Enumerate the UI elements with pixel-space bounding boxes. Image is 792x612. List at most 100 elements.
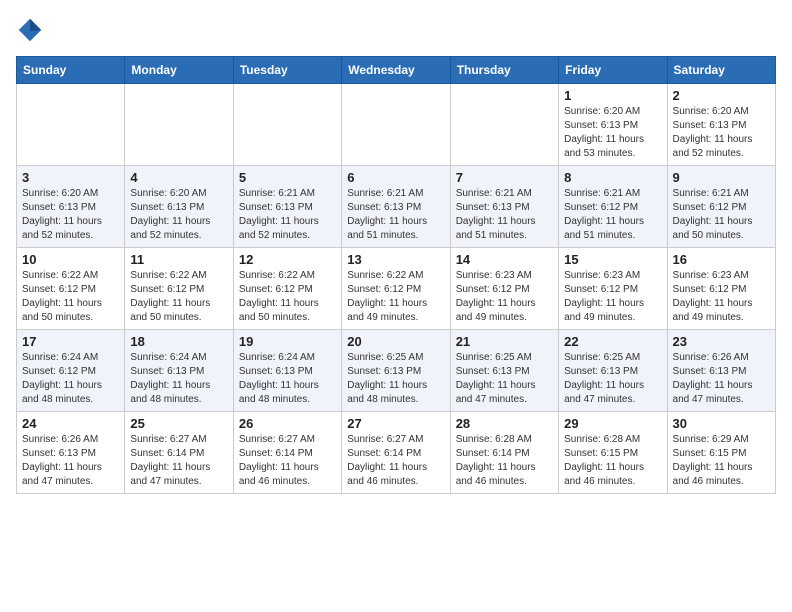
day-number: 27 (347, 416, 444, 431)
day-info: Sunrise: 6:21 AM Sunset: 6:12 PM Dayligh… (673, 187, 770, 243)
day-info: Sunrise: 6:23 AM Sunset: 6:12 PM Dayligh… (673, 269, 770, 325)
day-number: 25 (130, 416, 227, 431)
day-info: Sunrise: 6:20 AM Sunset: 6:13 PM Dayligh… (673, 105, 770, 161)
day-number: 3 (22, 170, 119, 185)
calendar-cell: 18 Sunrise: 6:24 AM Sunset: 6:13 PM Dayli… (125, 330, 233, 412)
calendar-cell (17, 84, 125, 166)
day-info: Sunrise: 6:27 AM Sunset: 6:14 PM Dayligh… (130, 433, 227, 489)
day-info: Sunrise: 6:23 AM Sunset: 6:12 PM Dayligh… (564, 269, 661, 325)
day-number: 5 (239, 170, 336, 185)
calendar-cell: 22 Sunrise: 6:25 AM Sunset: 6:13 PM Dayli… (559, 330, 667, 412)
calendar-cell: 24Sunrise: 6:26 AM Sunset: 6:13 PM Dayli… (17, 412, 125, 494)
calendar-cell: 1 Sunrise: 6:20 AM Sunset: 6:13 PM Daylig… (559, 84, 667, 166)
day-number: 18 (130, 334, 227, 349)
day-number: 8 (564, 170, 661, 185)
calendar-cell (342, 84, 450, 166)
day-info: Sunrise: 6:25 AM Sunset: 6:13 PM Dayligh… (564, 351, 661, 407)
day-info: Sunrise: 6:20 AM Sunset: 6:13 PM Dayligh… (22, 187, 119, 243)
weekday-header-friday: Friday (559, 57, 667, 84)
calendar-cell: 19 Sunrise: 6:24 AM Sunset: 6:13 PM Dayli… (233, 330, 341, 412)
day-info: Sunrise: 6:22 AM Sunset: 6:12 PM Dayligh… (239, 269, 336, 325)
day-info: Sunrise: 6:23 AM Sunset: 6:12 PM Dayligh… (456, 269, 553, 325)
day-info: Sunrise: 6:21 AM Sunset: 6:13 PM Dayligh… (456, 187, 553, 243)
day-info: Sunrise: 6:27 AM Sunset: 6:14 PM Dayligh… (239, 433, 336, 489)
day-number: 22 (564, 334, 661, 349)
day-number: 28 (456, 416, 553, 431)
week-row-2: 3 Sunrise: 6:20 AM Sunset: 6:13 PM Daylig… (17, 166, 776, 248)
calendar-cell: 6 Sunrise: 6:21 AM Sunset: 6:13 PM Daylig… (342, 166, 450, 248)
day-info: Sunrise: 6:20 AM Sunset: 6:13 PM Dayligh… (130, 187, 227, 243)
day-info: Sunrise: 6:24 AM Sunset: 6:13 PM Dayligh… (239, 351, 336, 407)
day-number: 11 (130, 252, 227, 267)
day-info: Sunrise: 6:24 AM Sunset: 6:13 PM Dayligh… (130, 351, 227, 407)
day-number: 15 (564, 252, 661, 267)
day-info: Sunrise: 6:26 AM Sunset: 6:13 PM Dayligh… (673, 351, 770, 407)
weekday-header-wednesday: Wednesday (342, 57, 450, 84)
calendar-cell: 2 Sunrise: 6:20 AM Sunset: 6:13 PM Daylig… (667, 84, 775, 166)
week-row-4: 17Sunrise: 6:24 AM Sunset: 6:12 PM Dayli… (17, 330, 776, 412)
day-info: Sunrise: 6:29 AM Sunset: 6:15 PM Dayligh… (673, 433, 770, 489)
day-number: 10 (22, 252, 119, 267)
calendar-cell: 26Sunrise: 6:27 AM Sunset: 6:14 PM Dayli… (233, 412, 341, 494)
day-number: 23 (673, 334, 770, 349)
calendar-cell: 29 Sunrise: 6:28 AM Sunset: 6:15 PM Dayli… (559, 412, 667, 494)
day-number: 6 (347, 170, 444, 185)
day-number: 2 (673, 88, 770, 103)
day-number: 7 (456, 170, 553, 185)
calendar-cell: 3 Sunrise: 6:20 AM Sunset: 6:13 PM Daylig… (17, 166, 125, 248)
day-info: Sunrise: 6:21 AM Sunset: 6:13 PM Dayligh… (347, 187, 444, 243)
day-number: 13 (347, 252, 444, 267)
page-header (16, 16, 776, 44)
weekday-header-monday: Monday (125, 57, 233, 84)
day-info: Sunrise: 6:20 AM Sunset: 6:13 PM Dayligh… (564, 105, 661, 161)
day-number: 21 (456, 334, 553, 349)
calendar-cell: 8 Sunrise: 6:21 AM Sunset: 6:12 PM Daylig… (559, 166, 667, 248)
calendar-cell: 17Sunrise: 6:24 AM Sunset: 6:12 PM Dayli… (17, 330, 125, 412)
day-number: 24 (22, 416, 119, 431)
week-row-5: 24Sunrise: 6:26 AM Sunset: 6:13 PM Dayli… (17, 412, 776, 494)
calendar-cell: 4 Sunrise: 6:20 AM Sunset: 6:13 PM Daylig… (125, 166, 233, 248)
day-number: 1 (564, 88, 661, 103)
calendar-cell (125, 84, 233, 166)
calendar-table: SundayMondayTuesdayWednesdayThursdayFrid… (16, 56, 776, 494)
calendar-cell (233, 84, 341, 166)
calendar-cell: 11 Sunrise: 6:22 AM Sunset: 6:12 PM Dayli… (125, 248, 233, 330)
day-info: Sunrise: 6:22 AM Sunset: 6:12 PM Dayligh… (22, 269, 119, 325)
calendar-cell: 16 Sunrise: 6:23 AM Sunset: 6:12 PM Dayli… (667, 248, 775, 330)
day-info: Sunrise: 6:28 AM Sunset: 6:14 PM Dayligh… (456, 433, 553, 489)
calendar-cell: 15 Sunrise: 6:23 AM Sunset: 6:12 PM Dayli… (559, 248, 667, 330)
day-number: 19 (239, 334, 336, 349)
day-number: 30 (673, 416, 770, 431)
calendar-cell: 23 Sunrise: 6:26 AM Sunset: 6:13 PM Dayli… (667, 330, 775, 412)
day-info: Sunrise: 6:21 AM Sunset: 6:12 PM Dayligh… (564, 187, 661, 243)
day-number: 16 (673, 252, 770, 267)
calendar-cell (450, 84, 558, 166)
weekday-header-tuesday: Tuesday (233, 57, 341, 84)
day-info: Sunrise: 6:25 AM Sunset: 6:13 PM Dayligh… (456, 351, 553, 407)
day-number: 29 (564, 416, 661, 431)
day-number: 14 (456, 252, 553, 267)
day-info: Sunrise: 6:24 AM Sunset: 6:12 PM Dayligh… (22, 351, 119, 407)
logo-icon (16, 16, 44, 44)
day-info: Sunrise: 6:25 AM Sunset: 6:13 PM Dayligh… (347, 351, 444, 407)
calendar-cell: 21 Sunrise: 6:25 AM Sunset: 6:13 PM Dayli… (450, 330, 558, 412)
calendar-cell: 28 Sunrise: 6:28 AM Sunset: 6:14 PM Dayli… (450, 412, 558, 494)
calendar-cell: 9Sunrise: 6:21 AM Sunset: 6:12 PM Daylig… (667, 166, 775, 248)
week-row-3: 10 Sunrise: 6:22 AM Sunset: 6:12 PM Dayli… (17, 248, 776, 330)
calendar-cell: 5 Sunrise: 6:21 AM Sunset: 6:13 PM Daylig… (233, 166, 341, 248)
calendar-cell: 30 Sunrise: 6:29 AM Sunset: 6:15 PM Dayli… (667, 412, 775, 494)
day-info: Sunrise: 6:22 AM Sunset: 6:12 PM Dayligh… (130, 269, 227, 325)
day-info: Sunrise: 6:27 AM Sunset: 6:14 PM Dayligh… (347, 433, 444, 489)
day-info: Sunrise: 6:28 AM Sunset: 6:15 PM Dayligh… (564, 433, 661, 489)
weekday-header-saturday: Saturday (667, 57, 775, 84)
day-info: Sunrise: 6:21 AM Sunset: 6:13 PM Dayligh… (239, 187, 336, 243)
calendar-cell: 27 Sunrise: 6:27 AM Sunset: 6:14 PM Dayli… (342, 412, 450, 494)
calendar-cell: 10 Sunrise: 6:22 AM Sunset: 6:12 PM Dayli… (17, 248, 125, 330)
calendar-cell: 25 Sunrise: 6:27 AM Sunset: 6:14 PM Dayli… (125, 412, 233, 494)
calendar-cell: 12Sunrise: 6:22 AM Sunset: 6:12 PM Dayli… (233, 248, 341, 330)
weekday-header-row: SundayMondayTuesdayWednesdayThursdayFrid… (17, 57, 776, 84)
calendar-cell: 13Sunrise: 6:22 AM Sunset: 6:12 PM Dayli… (342, 248, 450, 330)
calendar-cell: 20Sunrise: 6:25 AM Sunset: 6:13 PM Dayli… (342, 330, 450, 412)
calendar-cell: 7 Sunrise: 6:21 AM Sunset: 6:13 PM Daylig… (450, 166, 558, 248)
day-number: 4 (130, 170, 227, 185)
